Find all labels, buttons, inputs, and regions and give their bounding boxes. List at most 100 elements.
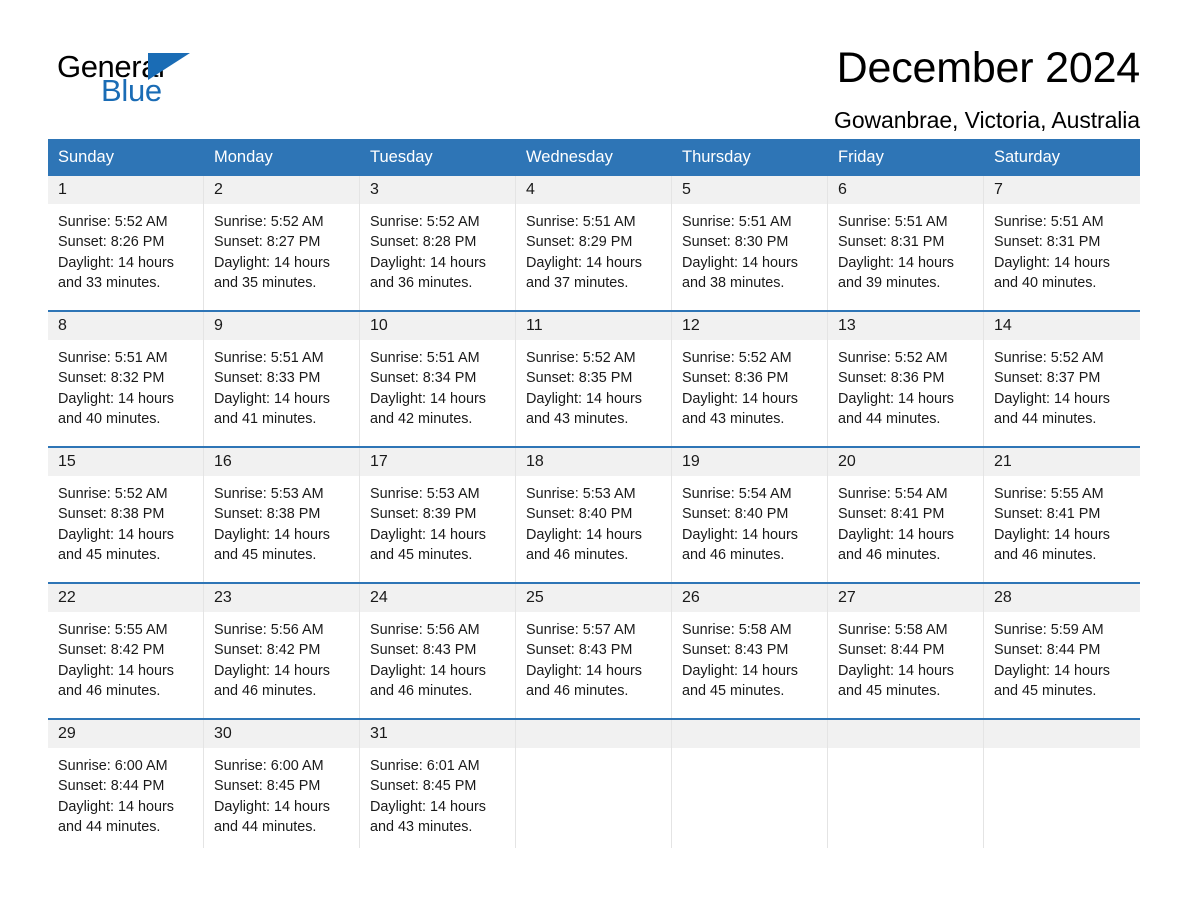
day-number: 25 [516,584,671,613]
day-cell[interactable]: 27 Sunrise: 5:58 AM Sunset: 8:44 PM Dayligh… [828,584,984,719]
day-number: 14 [984,312,1140,341]
daylight-text-line2: and 33 minutes. [58,274,161,291]
sunrise-text: Sunrise: 5:52 AM [370,214,480,231]
sunset-text: Sunset: 8:41 PM [994,506,1101,523]
daylight-text-line1: Daylight: 14 hours [994,526,1110,543]
sunset-text: Sunset: 8:36 PM [682,370,789,387]
day-details: Sunrise: 5:52 AM Sunset: 8:38 PM Daylight:… [48,476,203,565]
day-details: Sunrise: 5:52 AM Sunset: 8:36 PM Daylight:… [828,340,983,429]
day-number: 4 [516,176,671,205]
sunset-text: Sunset: 8:38 PM [58,506,165,523]
day-cell[interactable]: 15 Sunrise: 5:52 AM Sunset: 8:38 PM Dayligh… [48,448,204,583]
sunrise-text: Sunrise: 6:00 AM [214,758,324,775]
day-number: 20 [828,448,983,477]
day-details: Sunrise: 5:53 AM Sunset: 8:38 PM Daylight:… [204,476,359,565]
day-cell[interactable]: 23 Sunrise: 5:56 AM Sunset: 8:42 PM Dayligh… [204,584,360,719]
day-cell[interactable]: 5 Sunrise: 5:51 AM Sunset: 8:30 PM Daylight… [672,176,828,311]
sunset-text: Sunset: 8:28 PM [370,234,477,251]
day-cell[interactable]: 19 Sunrise: 5:54 AM Sunset: 8:40 PM Dayligh… [672,448,828,583]
daylight-text-line1: Daylight: 14 hours [682,526,798,543]
day-cell[interactable]: 7 Sunrise: 5:51 AM Sunset: 8:31 PM Daylight… [984,176,1140,311]
day-cell[interactable]: 31 Sunrise: 6:01 AM Sunset: 8:45 PM Dayligh… [360,720,516,849]
daylight-text-line2: and 43 minutes. [682,410,785,427]
day-cell[interactable]: 26 Sunrise: 5:58 AM Sunset: 8:43 PM Dayligh… [672,584,828,719]
day-cell[interactable]: 29 Sunrise: 6:00 AM Sunset: 8:44 PM Dayligh… [48,720,204,849]
sunrise-text: Sunrise: 5:51 AM [58,350,168,367]
day-details: Sunrise: 5:56 AM Sunset: 8:42 PM Daylight:… [204,612,359,701]
daylight-text-line1: Daylight: 14 hours [838,526,954,543]
day-cell[interactable]: 13 Sunrise: 5:52 AM Sunset: 8:36 PM Dayligh… [828,312,984,447]
daylight-text-line1: Daylight: 14 hours [526,662,642,679]
daylight-text-line1: Daylight: 14 hours [994,390,1110,407]
daylight-text-line2: and 45 minutes. [994,682,1097,699]
day-cell[interactable]: 3 Sunrise: 5:52 AM Sunset: 8:28 PM Daylight… [360,176,516,311]
sunrise-text: Sunrise: 5:58 AM [838,622,948,639]
general-blue-logo[interactable]: General Blue [48,44,198,108]
day-number: 7 [984,176,1140,205]
day-cell[interactable]: 1 Sunrise: 5:52 AM Sunset: 8:26 PM Daylight… [48,176,204,311]
daylight-text-line2: and 42 minutes. [370,410,473,427]
day-cell[interactable]: 30 Sunrise: 6:00 AM Sunset: 8:45 PM Dayligh… [204,720,360,849]
day-details: Sunrise: 5:52 AM Sunset: 8:37 PM Daylight:… [984,340,1140,429]
day-cell[interactable]: 4 Sunrise: 5:51 AM Sunset: 8:29 PM Daylight… [516,176,672,311]
day-cell[interactable]: 25 Sunrise: 5:57 AM Sunset: 8:43 PM Dayligh… [516,584,672,719]
day-details: Sunrise: 5:52 AM Sunset: 8:35 PM Daylight:… [516,340,671,429]
day-details: Sunrise: 5:57 AM Sunset: 8:43 PM Daylight:… [516,612,671,701]
day-cell[interactable]: 28 Sunrise: 5:59 AM Sunset: 8:44 PM Dayligh… [984,584,1140,719]
day-cell[interactable]: 10 Sunrise: 5:51 AM Sunset: 8:34 PM Dayligh… [360,312,516,447]
daylight-text-line1: Daylight: 14 hours [370,798,486,815]
day-cell[interactable]: 11 Sunrise: 5:52 AM Sunset: 8:35 PM Dayligh… [516,312,672,447]
sunset-text: Sunset: 8:44 PM [994,642,1101,659]
day-details: Sunrise: 5:56 AM Sunset: 8:43 PM Daylight:… [360,612,515,701]
weekday-header-sunday: Sunday [58,148,114,166]
sunrise-text: Sunrise: 5:58 AM [682,622,792,639]
sunset-text: Sunset: 8:27 PM [214,234,321,251]
daylight-text-line2: and 36 minutes. [370,274,473,291]
day-details: Sunrise: 5:52 AM Sunset: 8:26 PM Daylight:… [48,204,203,293]
day-cell[interactable]: 12 Sunrise: 5:52 AM Sunset: 8:36 PM Dayligh… [672,312,828,447]
daylight-text-line1: Daylight: 14 hours [526,526,642,543]
daylight-text-line2: and 46 minutes. [682,546,785,563]
day-cell[interactable]: 6 Sunrise: 5:51 AM Sunset: 8:31 PM Daylight… [828,176,984,311]
weekday-header-thursday: Thursday [682,148,751,166]
day-details: Sunrise: 5:59 AM Sunset: 8:44 PM Daylight:… [984,612,1140,701]
sunrise-text: Sunrise: 5:55 AM [994,486,1104,503]
sunrise-text: Sunrise: 5:52 AM [526,350,636,367]
day-cell[interactable]: 20 Sunrise: 5:54 AM Sunset: 8:41 PM Dayligh… [828,448,984,583]
day-cell[interactable]: 2 Sunrise: 5:52 AM Sunset: 8:27 PM Daylight… [204,176,360,311]
daylight-text-line1: Daylight: 14 hours [214,390,330,407]
sunset-text: Sunset: 8:40 PM [682,506,789,523]
day-details: Sunrise: 5:51 AM Sunset: 8:31 PM Daylight:… [984,204,1140,293]
daylight-text-line2: and 46 minutes. [370,682,473,699]
day-number: 22 [48,584,203,613]
daylight-text-line1: Daylight: 14 hours [214,254,330,271]
day-cell[interactable]: 17 Sunrise: 5:53 AM Sunset: 8:39 PM Dayligh… [360,448,516,583]
week-row: 15 Sunrise: 5:52 AM Sunset: 8:38 PM Dayligh… [48,446,1140,583]
title-block: December 2024 Gowanbrae, Victoria, Austr… [834,44,1140,134]
day-cell[interactable]: 8 Sunrise: 5:51 AM Sunset: 8:32 PM Daylight… [48,312,204,447]
daylight-text-line2: and 46 minutes. [838,546,941,563]
day-cell[interactable]: 21 Sunrise: 5:55 AM Sunset: 8:41 PM Dayligh… [984,448,1140,583]
daylight-text-line2: and 43 minutes. [370,818,473,835]
daylight-text-line1: Daylight: 14 hours [682,390,798,407]
day-cell[interactable]: 16 Sunrise: 5:53 AM Sunset: 8:38 PM Dayligh… [204,448,360,583]
day-number: 30 [204,720,359,749]
day-number: 12 [672,312,827,341]
daylight-text-line2: and 45 minutes. [214,546,317,563]
day-cell[interactable]: 24 Sunrise: 5:56 AM Sunset: 8:43 PM Dayligh… [360,584,516,719]
daylight-text-line2: and 46 minutes. [526,546,629,563]
day-cell[interactable]: 18 Sunrise: 5:53 AM Sunset: 8:40 PM Dayligh… [516,448,672,583]
day-details: Sunrise: 5:53 AM Sunset: 8:40 PM Daylight:… [516,476,671,565]
day-cell[interactable]: 22 Sunrise: 5:55 AM Sunset: 8:42 PM Dayligh… [48,584,204,719]
day-cell[interactable]: 14 Sunrise: 5:52 AM Sunset: 8:37 PM Dayligh… [984,312,1140,447]
sunrise-text: Sunrise: 6:01 AM [370,758,480,775]
daylight-text-line1: Daylight: 14 hours [682,662,798,679]
day-number: 16 [204,448,359,477]
sunset-text: Sunset: 8:38 PM [214,506,321,523]
sunset-text: Sunset: 8:36 PM [838,370,945,387]
daylight-text-line1: Daylight: 14 hours [994,662,1110,679]
daylight-text-line2: and 43 minutes. [526,410,629,427]
sunrise-text: Sunrise: 5:53 AM [214,486,324,503]
day-cell[interactable]: 9 Sunrise: 5:51 AM Sunset: 8:33 PM Daylight… [204,312,360,447]
sunset-text: Sunset: 8:31 PM [994,234,1101,251]
